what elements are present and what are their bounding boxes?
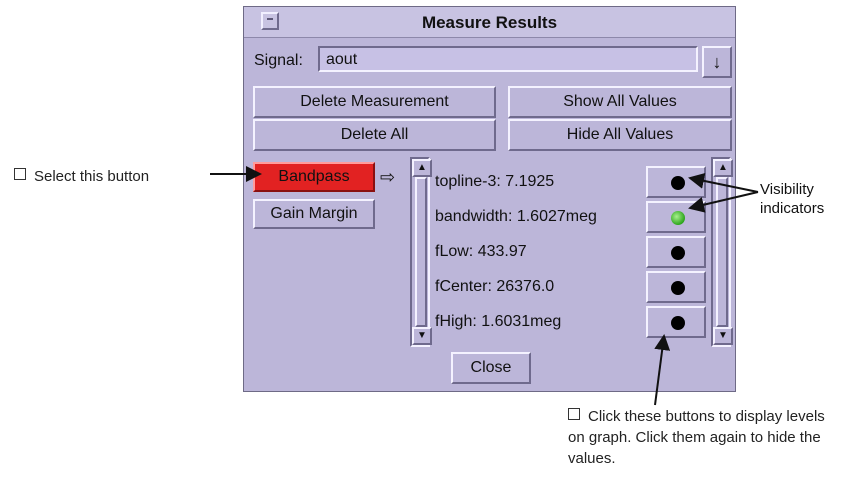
annotation-arrows bbox=[210, 166, 759, 406]
